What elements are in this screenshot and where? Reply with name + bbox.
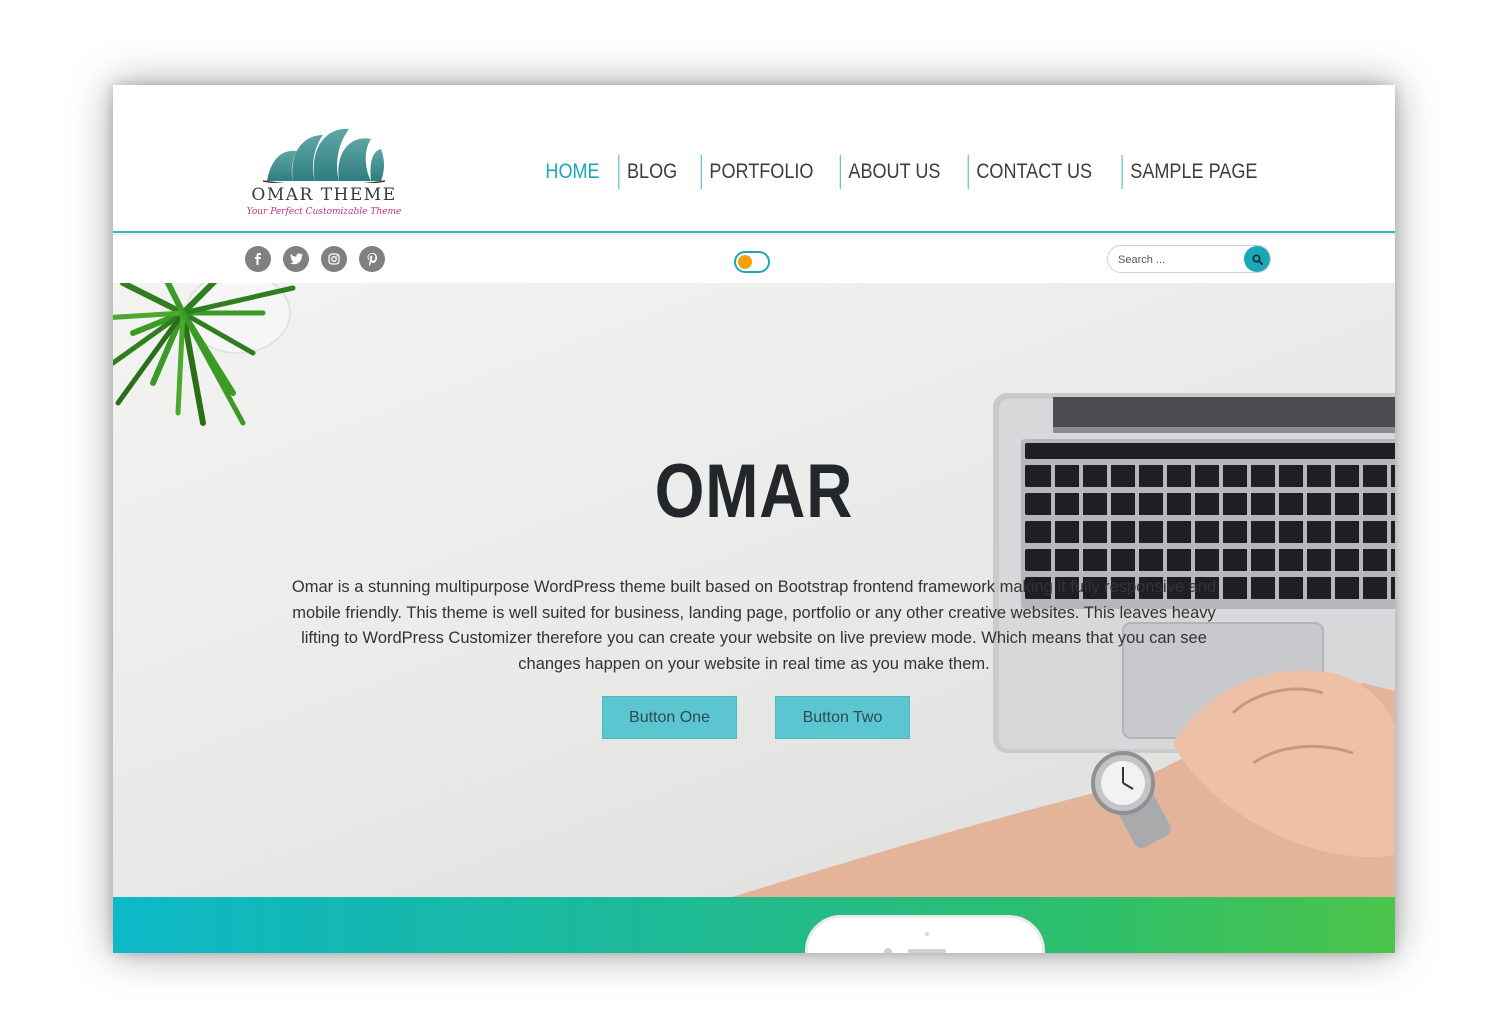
phone-image: [805, 915, 1045, 953]
nav-contact-us[interactable]: CONTACT US: [967, 155, 1099, 189]
search-button[interactable]: [1244, 246, 1270, 272]
button-two[interactable]: Button Two: [775, 696, 910, 739]
hero-description: Omar is a stunning multipurpose WordPres…: [291, 578, 1217, 673]
twitter-icon[interactable]: [283, 246, 309, 272]
phone-camera: [925, 932, 929, 936]
instagram-icon[interactable]: [321, 246, 347, 272]
browser-page: OMAR THEME Your Perfect Customizable The…: [113, 85, 1395, 953]
nav-blog[interactable]: BLOG: [618, 155, 686, 189]
main-nav: HOME BLOG PORTFOLIO ABOUT US CONTACT US …: [532, 155, 1277, 189]
site-logo[interactable]: OMAR THEME Your Perfect Customizable The…: [243, 123, 405, 219]
facebook-icon[interactable]: [245, 246, 271, 272]
hands-image: [732, 670, 1395, 897]
pinterest-icon[interactable]: [359, 246, 385, 272]
plant-image: [113, 283, 296, 426]
phone-sensor: [884, 948, 892, 953]
header-divider: [113, 231, 1395, 233]
logo-shell-icon: [262, 128, 386, 183]
theme-toggle[interactable]: [734, 251, 770, 273]
button-one[interactable]: Button One: [602, 696, 737, 739]
nav-portfolio[interactable]: PORTFOLIO: [700, 155, 820, 189]
hero-section: OMAR Omar is a stunning multipurpose Wor…: [113, 283, 1395, 897]
nav-about-us[interactable]: ABOUT US: [839, 155, 947, 189]
nav-sample-page[interactable]: SAMPLE PAGE: [1121, 155, 1265, 189]
top-bar: [113, 235, 1395, 283]
search-icon: [1251, 253, 1263, 265]
logo-title: OMAR THEME: [251, 185, 397, 205]
social-links: [245, 246, 385, 272]
logo-tagline: Your Perfect Customizable Theme: [246, 207, 402, 217]
search-box: [1107, 245, 1271, 273]
phone-speaker: [908, 949, 946, 953]
site-header: OMAR THEME Your Perfect Customizable The…: [113, 85, 1395, 230]
nav-home[interactable]: HOME: [538, 155, 608, 189]
hero-title: OMAR: [654, 449, 854, 534]
toggle-knob: [738, 255, 752, 269]
features-strip: [113, 897, 1395, 953]
search-input[interactable]: [1116, 249, 1240, 271]
